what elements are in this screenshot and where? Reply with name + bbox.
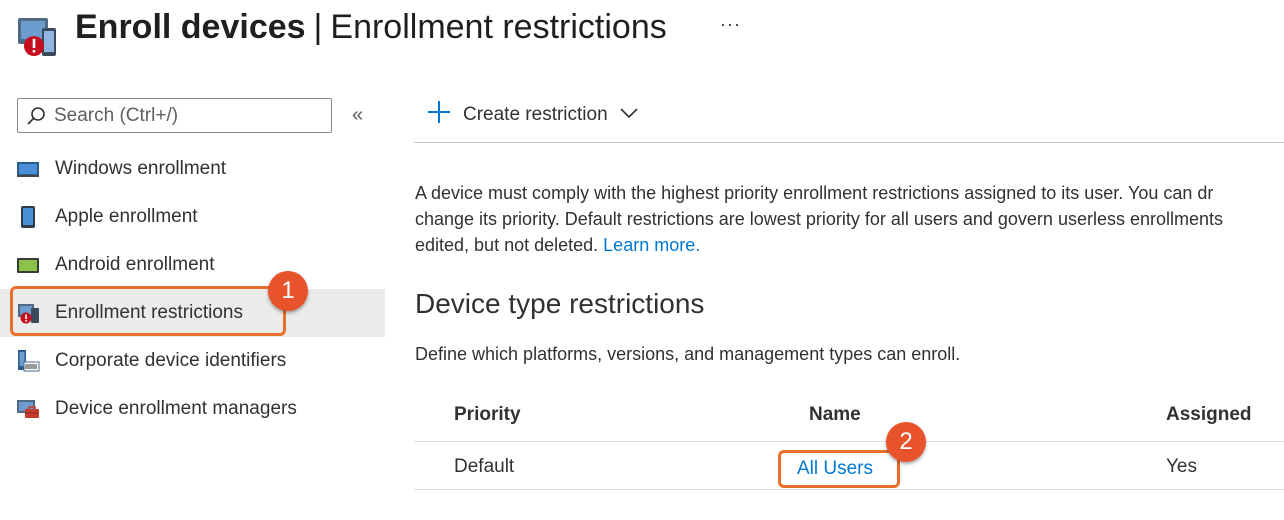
description-line-1: A device must comply with the highest pr… bbox=[415, 183, 1214, 203]
page-title: Enroll devices | Enrollment restrictions bbox=[75, 4, 667, 50]
sidebar-item-label: Corporate device identifiers bbox=[55, 350, 287, 371]
enrollment-restrictions-icon bbox=[16, 302, 40, 324]
section-title: Device type restrictions bbox=[415, 288, 705, 319]
create-restriction-button[interactable]: Create restriction bbox=[427, 100, 638, 130]
callout-badge-2: 2 bbox=[886, 422, 926, 462]
column-header-assigned[interactable]: Assigned bbox=[1166, 404, 1252, 426]
device-manager-icon bbox=[16, 398, 40, 420]
enrollment-restrictions-icon bbox=[16, 16, 60, 60]
sidebar-item-windows-enrollment[interactable]: Windows enrollment bbox=[0, 145, 385, 193]
section-description: Define which platforms, versions, and ma… bbox=[415, 344, 961, 364]
sidebar-item-label: Enrollment restrictions bbox=[55, 302, 243, 323]
description-line-3-text: edited, but not deleted. bbox=[415, 235, 599, 255]
create-restriction-label: Create restriction bbox=[463, 104, 608, 125]
sidebar-item-label: Device enrollment managers bbox=[55, 398, 297, 419]
title-separator: | bbox=[313, 8, 323, 46]
cell-assigned: Yes bbox=[1166, 456, 1197, 477]
description-line-2: change its priority. Default restriction… bbox=[415, 209, 1224, 229]
search-box[interactable] bbox=[17, 98, 332, 133]
sidebar-item-apple-enrollment[interactable]: Apple enrollment bbox=[0, 193, 385, 241]
page-title-sub: Enrollment restrictions bbox=[330, 8, 667, 46]
learn-more-link[interactable]: Learn more. bbox=[603, 235, 700, 255]
sidebar-item-label: Apple enrollment bbox=[55, 206, 198, 227]
description-text: A device must comply with the highest pr… bbox=[415, 180, 1284, 258]
android-device-icon bbox=[16, 254, 40, 276]
cell-priority: Default bbox=[454, 456, 515, 477]
description-line-3: edited, but not deleted. Learn more. bbox=[415, 232, 1284, 258]
column-header-name[interactable]: Name bbox=[809, 404, 861, 426]
sidebar-item-enrollment-restrictions[interactable]: Enrollment restrictions bbox=[0, 289, 385, 337]
collapse-sidebar-button[interactable]: « bbox=[352, 104, 363, 127]
toolbar-divider bbox=[414, 142, 1284, 143]
sidebar-item-device-enrollment-managers[interactable]: Device enrollment managers bbox=[0, 385, 385, 433]
windows-device-icon bbox=[16, 158, 40, 180]
chevron-down-icon bbox=[620, 106, 638, 124]
search-icon bbox=[27, 106, 45, 125]
page-title-main: Enroll devices bbox=[75, 8, 306, 46]
sidebar-item-corporate-device-identifiers[interactable]: Corporate device identifiers bbox=[0, 337, 385, 385]
header-divider bbox=[414, 441, 1284, 442]
sidebar-item-android-enrollment[interactable]: Android enrollment bbox=[0, 241, 385, 289]
column-header-priority[interactable]: Priority bbox=[454, 404, 521, 426]
sidebar-item-label: Windows enrollment bbox=[55, 158, 227, 179]
callout-badge-1: 1 bbox=[268, 271, 308, 311]
row-divider bbox=[414, 489, 1284, 490]
more-actions-button[interactable]: ··· bbox=[720, 14, 741, 35]
apple-device-icon bbox=[16, 206, 40, 228]
cell-name-link[interactable]: All Users bbox=[797, 458, 873, 480]
sidebar-item-label: Android enrollment bbox=[55, 254, 215, 275]
search-input[interactable] bbox=[54, 104, 324, 127]
plus-icon bbox=[427, 100, 451, 130]
corporate-device-icon bbox=[16, 350, 40, 372]
